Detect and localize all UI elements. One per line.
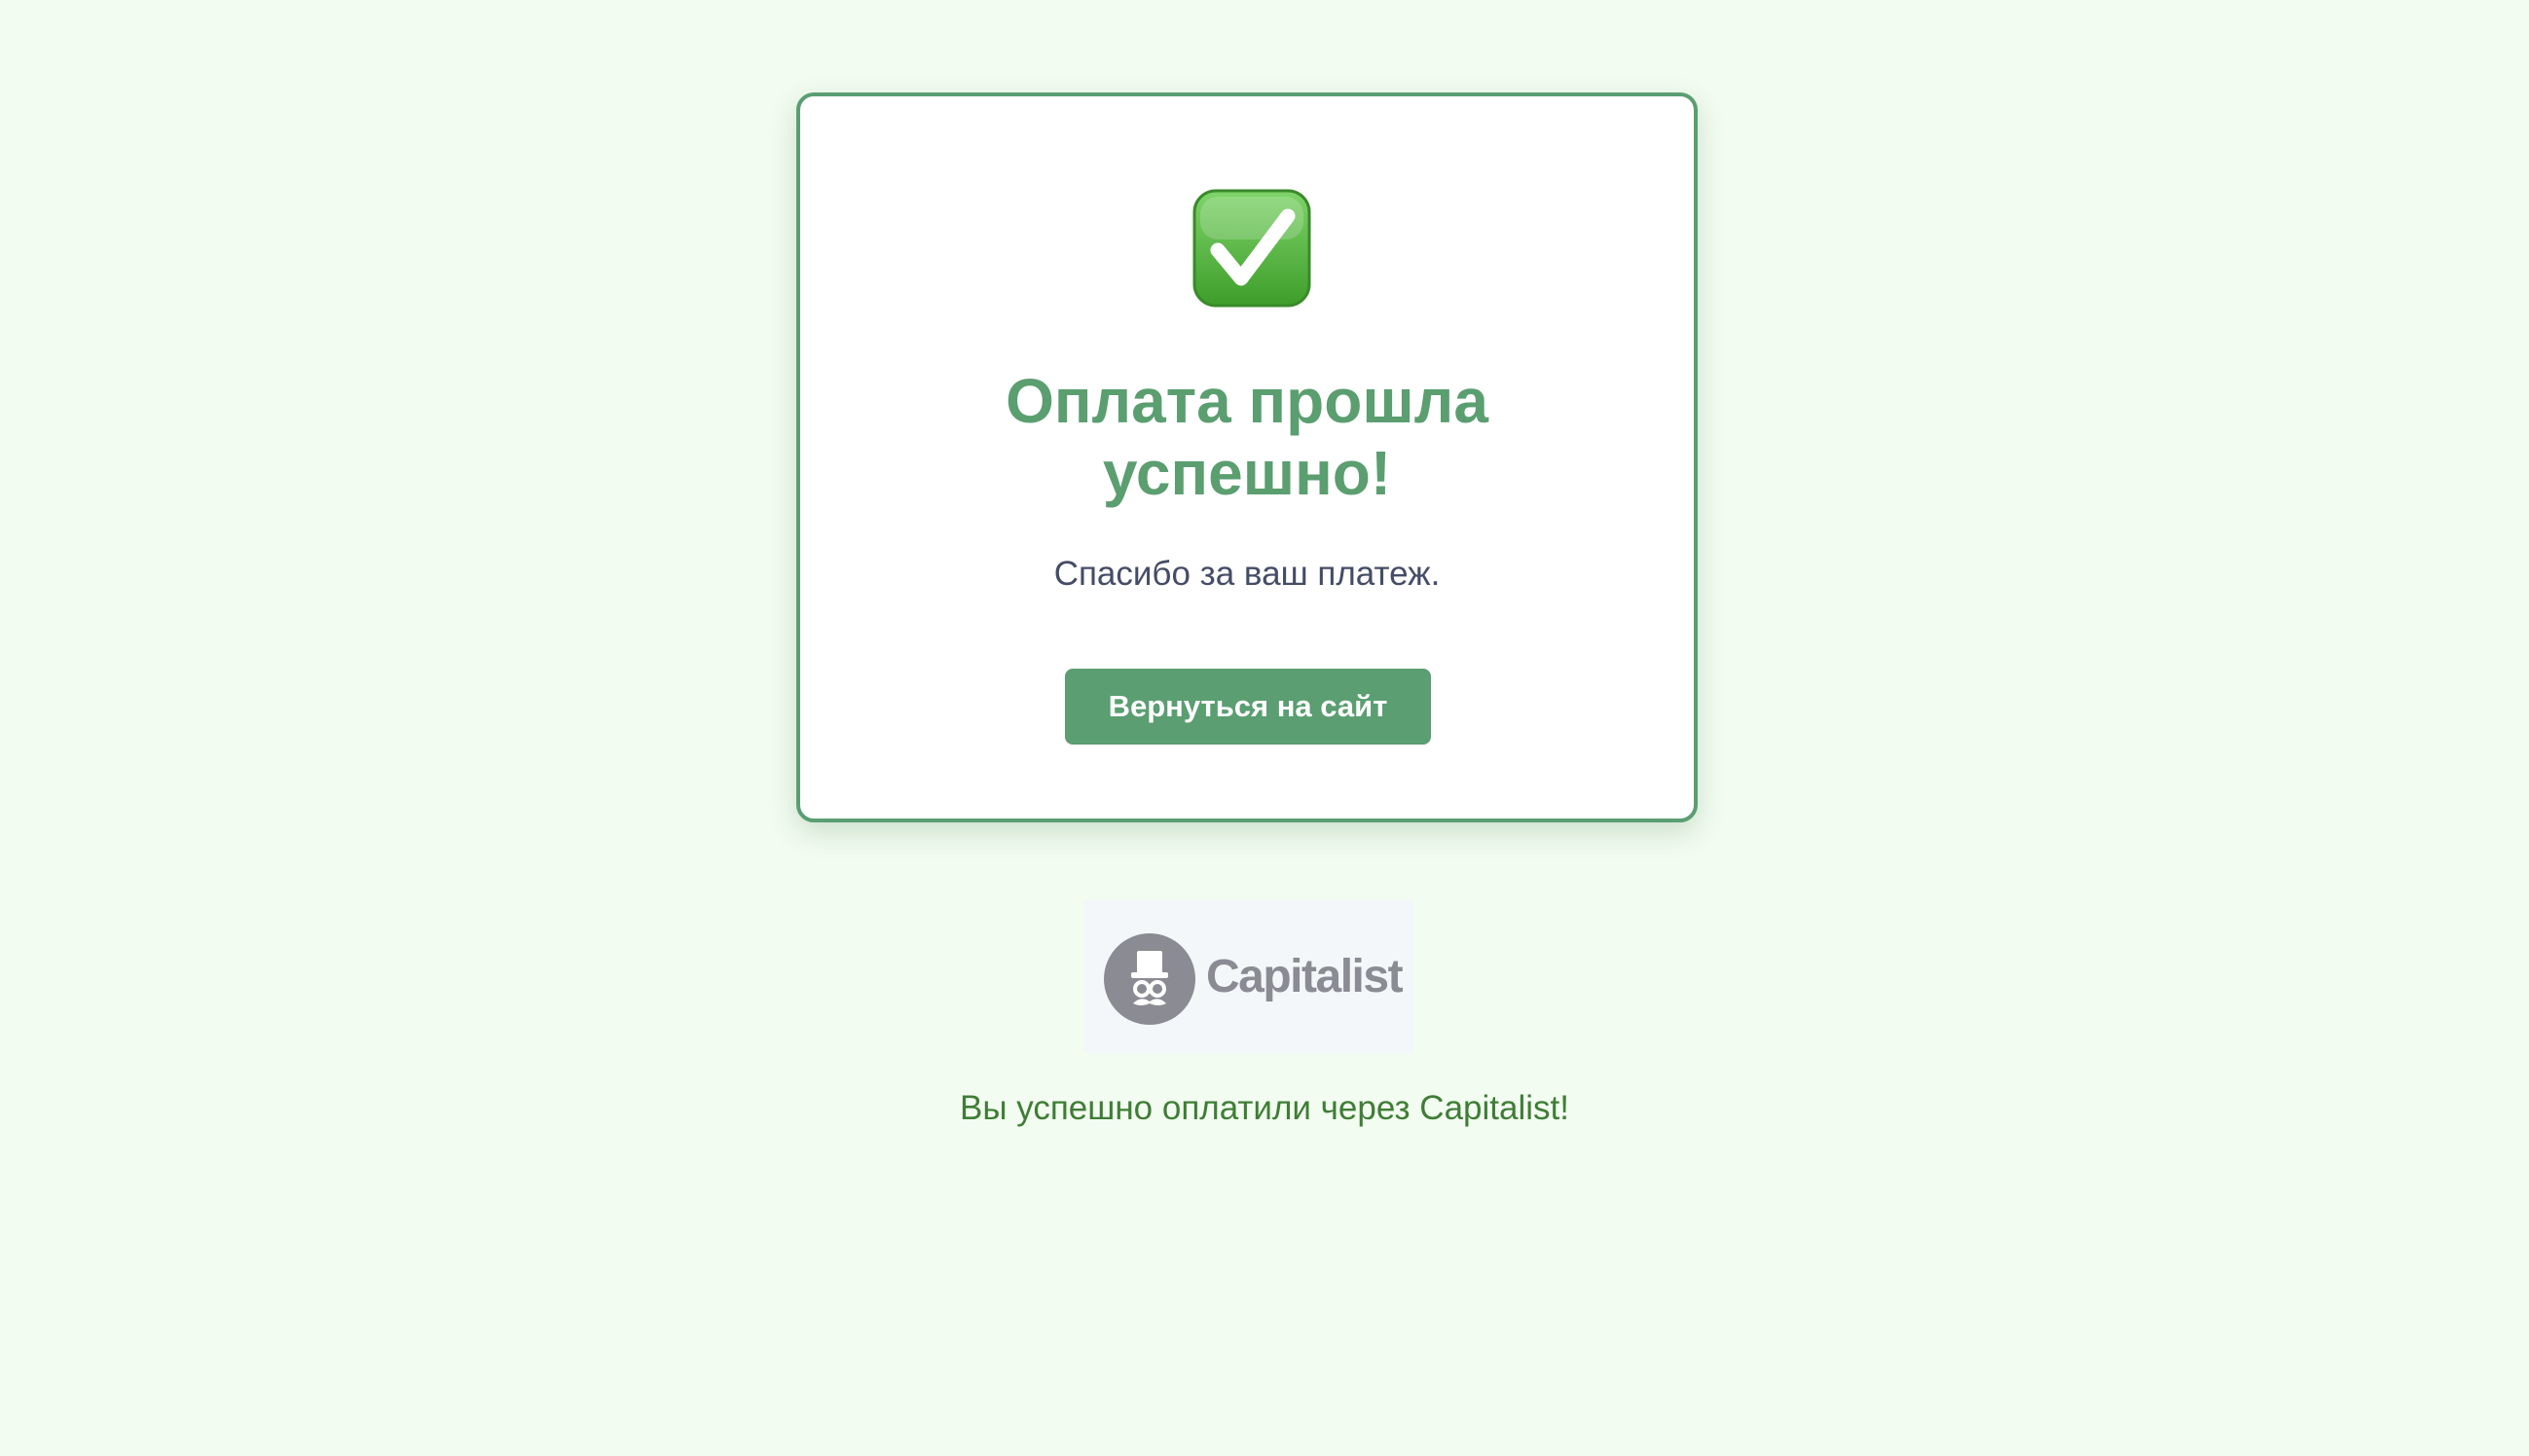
page-title: Оплата прошла успешно! bbox=[800, 365, 1694, 509]
capitalist-logo-text: Capitalist bbox=[1206, 951, 1404, 1002]
top-hat-gentleman-icon bbox=[1104, 933, 1195, 1025]
page-title-line-1: Оплата прошла bbox=[1006, 366, 1488, 436]
return-to-site-button[interactable]: Вернуться на сайт bbox=[1065, 669, 1431, 745]
payment-confirmation-message: Вы успешно оплатили через Capitalist! bbox=[960, 1089, 1569, 1127]
capitalist-logo: Capitalist bbox=[1084, 899, 1413, 1053]
page-title-line-2: успешно! bbox=[1102, 438, 1392, 508]
check-mark-button-icon bbox=[1192, 189, 1311, 308]
thank-you-text: Спасибо за ваш платеж. bbox=[1053, 555, 1441, 593]
success-card: Оплата прошла успешно! Спасибо за ваш пл… bbox=[796, 92, 1698, 822]
